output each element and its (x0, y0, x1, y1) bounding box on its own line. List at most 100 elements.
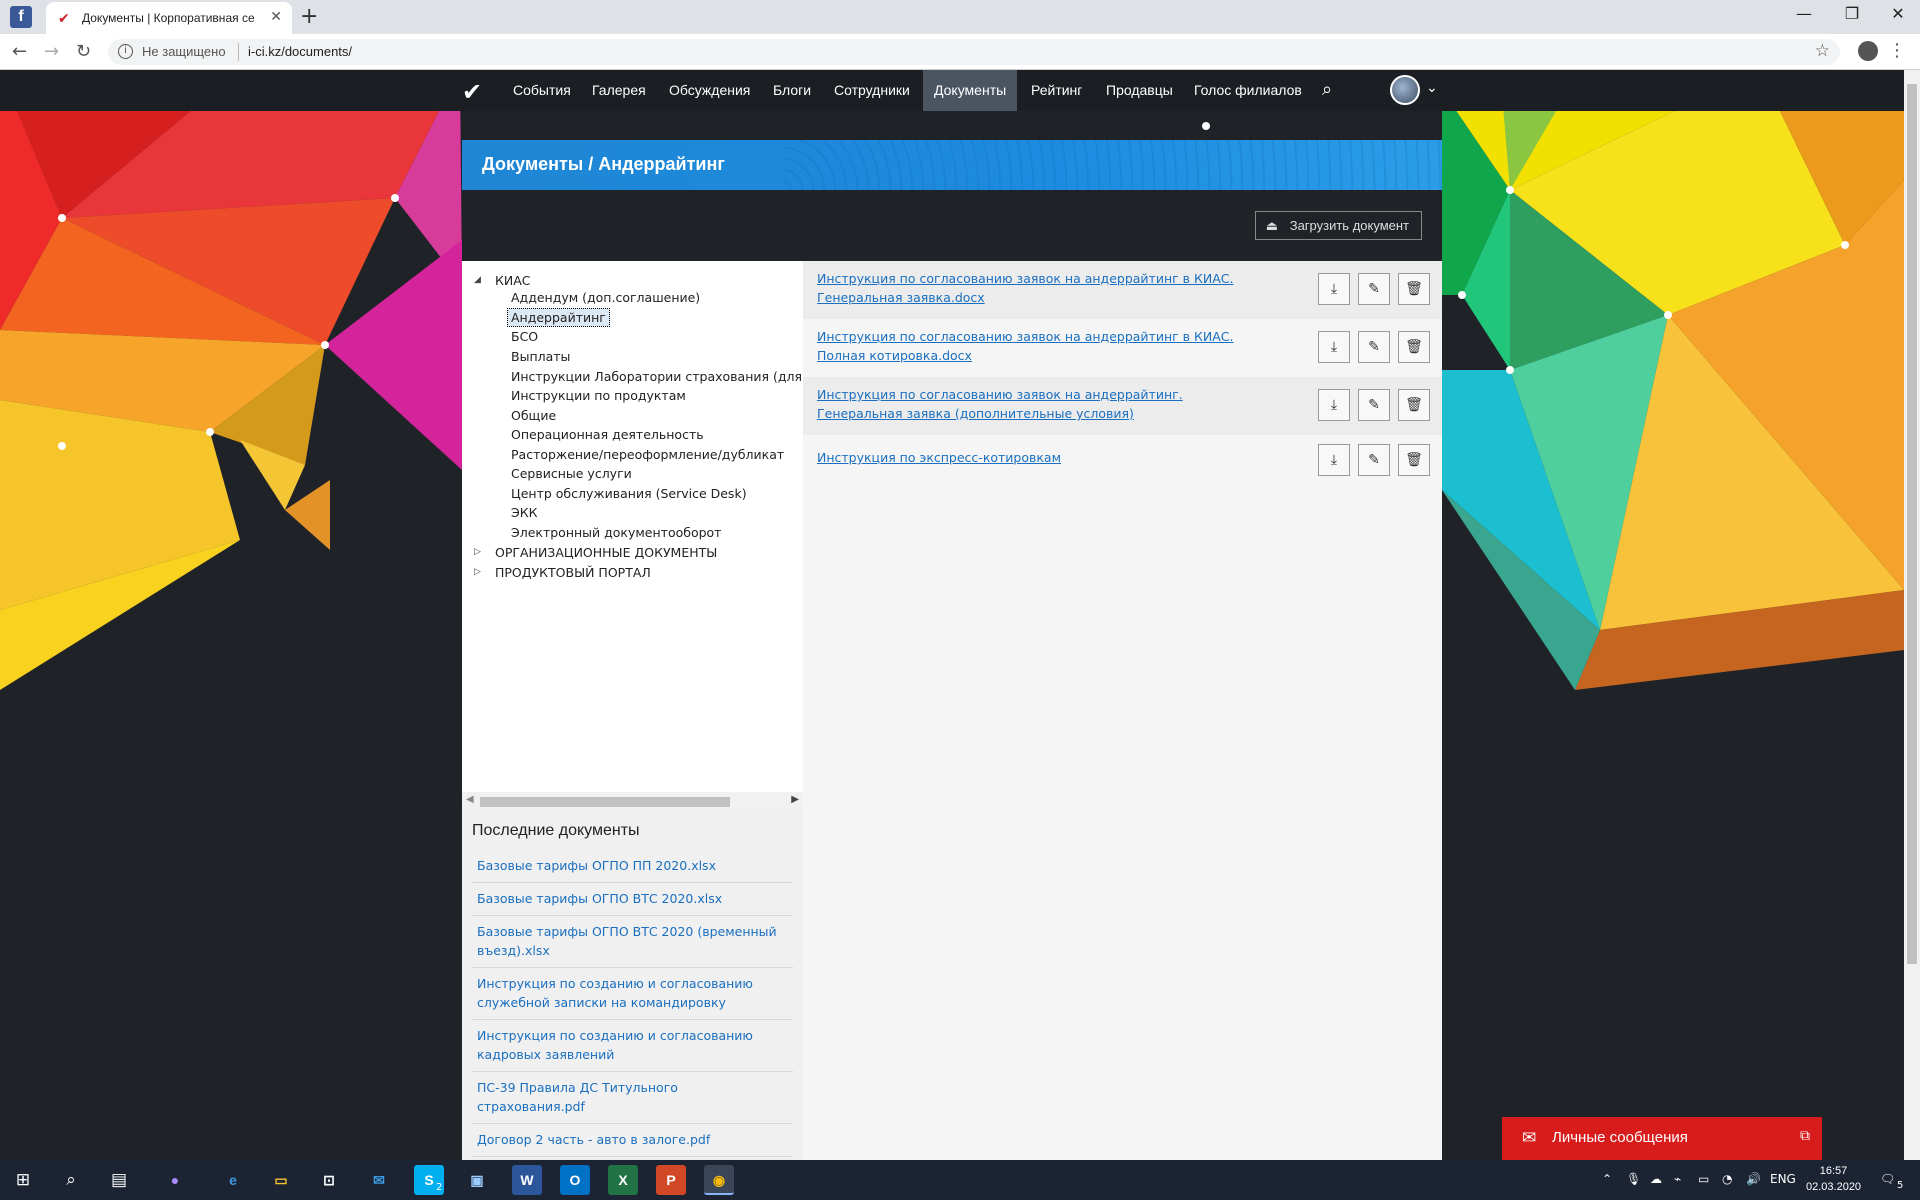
tree-root-kias[interactable]: КИАС (495, 273, 531, 288)
nav-item-events[interactable]: События (502, 70, 582, 111)
tree-item[interactable]: Сервисные услуги (511, 466, 632, 481)
browser-menu-icon[interactable]: ⋮ (1888, 40, 1906, 61)
upload-document-button[interactable]: ⏏ Загрузить документ (1254, 211, 1422, 240)
wifi-icon[interactable]: ◔ (1722, 1172, 1732, 1186)
tray-expand-icon[interactable]: ⌃ (1602, 1172, 1612, 1186)
back-icon[interactable]: ← (12, 41, 27, 62)
tree-item-selected[interactable]: Андеррайтинг (507, 308, 610, 327)
nav-item-rating[interactable]: Рейтинг (1020, 70, 1093, 111)
document-link[interactable]: Инструкция по экспресс-котировкам (817, 448, 1247, 467)
recent-document-link[interactable]: Базовые тарифы ОГПО ПП 2020.xlsx (472, 850, 793, 883)
battery-icon[interactable]: ▭ (1698, 1172, 1709, 1186)
task-view-icon[interactable]: ▤ (104, 1165, 134, 1195)
tree-horizontal-scrollbar[interactable]: ◀ ▶ (462, 792, 803, 810)
tree-item[interactable]: Операционная деятельность (511, 427, 704, 442)
site-logo-icon[interactable]: ✔ (462, 78, 482, 106)
file-explorer-icon[interactable]: ▭ (266, 1165, 296, 1195)
trash-icon[interactable]: 🗑 (1398, 444, 1430, 476)
recent-document-link[interactable]: Базовые тарифы ОГПО ВТС 2020.xlsx (472, 883, 793, 916)
download-icon[interactable]: ⤓ (1318, 331, 1350, 363)
tree-item[interactable]: Выплаты (511, 349, 570, 364)
tree-item[interactable]: БСО (511, 329, 538, 344)
microphone-icon[interactable]: 🎙 (1626, 1172, 1641, 1186)
info-icon[interactable]: i (118, 44, 133, 59)
tree-root-org-docs[interactable]: ОРГАНИЗАЦИОННЫЕ ДОКУМЕНТЫ (495, 545, 717, 560)
tab-close-icon[interactable]: ✕ (270, 9, 282, 25)
tree-item[interactable]: Центр обслуживания (Service Desk) (511, 486, 747, 501)
download-icon[interactable]: ⤓ (1318, 444, 1350, 476)
search-icon[interactable]: ⌕ (56, 1165, 86, 1195)
expand-icon[interactable]: ▷ (474, 547, 481, 557)
document-link[interactable]: Инструкция по согласованию заявок на анд… (817, 269, 1247, 307)
keyboard-language[interactable]: ENG (1770, 1172, 1796, 1186)
url-text[interactable]: i-ci.kz/documents/ (248, 44, 352, 59)
recent-document-link[interactable]: Базовые тарифы ОГПО ВТС 2020 (временный … (472, 916, 793, 968)
download-icon[interactable]: ⤓ (1318, 389, 1350, 421)
word-icon[interactable]: W (512, 1165, 542, 1195)
nav-item-blogs[interactable]: Блоги (762, 70, 822, 111)
edit-icon[interactable]: ✎ (1358, 331, 1390, 363)
security-label[interactable]: Не защищено (142, 44, 226, 59)
close-window-icon[interactable]: ✕ (1878, 4, 1918, 23)
edit-icon[interactable]: ✎ (1358, 444, 1390, 476)
document-link[interactable]: Инструкция по согласованию заявок на анд… (817, 327, 1247, 365)
collapse-icon[interactable]: ◢ (474, 275, 481, 285)
store-icon[interactable]: ⊡ (314, 1165, 344, 1195)
recent-document-link[interactable]: Инструкция по созданию и согласованию сл… (472, 968, 793, 1020)
recent-document-link[interactable]: Договор 2 часть - авто в залоге.pdf (472, 1124, 793, 1157)
browser-tab-active[interactable]: ✔ Документы | Корпоративная се ✕ (46, 2, 292, 34)
tree-item[interactable]: Электронный документооборот (511, 525, 721, 540)
chrome-icon[interactable]: ◉ (704, 1165, 734, 1195)
edit-icon[interactable]: ✎ (1358, 273, 1390, 305)
tree-item[interactable]: Аддендум (доп.соглашение) (511, 290, 700, 305)
notifications-icon[interactable]: 🗨 (1880, 1172, 1895, 1186)
bookmark-star-icon[interactable]: ☆ (1815, 41, 1830, 61)
nav-item-gallery[interactable]: Галерея (581, 70, 657, 111)
scroll-left-icon[interactable]: ◀ (466, 794, 474, 805)
omnibox[interactable]: i Не защищено i-ci.kz/documents/ ☆ (108, 39, 1840, 65)
tree-item[interactable]: Инструкции по продуктам (511, 388, 686, 403)
excel-icon[interactable]: X (608, 1165, 638, 1195)
trash-icon[interactable]: 🗑 (1398, 273, 1430, 305)
chevron-down-icon[interactable]: ⌄ (1426, 80, 1438, 96)
network-icon[interactable]: ⌁ (1674, 1172, 1681, 1186)
new-tab-icon[interactable]: + (300, 4, 318, 29)
nav-item-discussions[interactable]: Обсуждения (658, 70, 761, 111)
scroll-right-icon[interactable]: ▶ (791, 794, 799, 805)
edge-icon[interactable]: e (218, 1165, 248, 1195)
tree-item[interactable]: Общие (511, 408, 556, 423)
remote-desktop-icon[interactable]: ▣ (462, 1165, 492, 1195)
recent-document-link[interactable]: ПС-39 Правила ДС Титульного страхования.… (472, 1072, 793, 1124)
trash-icon[interactable]: 🗑 (1398, 331, 1430, 363)
trash-icon[interactable]: 🗑 (1398, 389, 1430, 421)
search-icon[interactable]: ⌕ (1322, 79, 1332, 100)
forward-icon[interactable]: → (44, 41, 59, 62)
edit-icon[interactable]: ✎ (1358, 389, 1390, 421)
recent-document-link[interactable]: Инструкция по созданию и согласованию ка… (472, 1020, 793, 1072)
download-icon[interactable]: ⤓ (1318, 273, 1350, 305)
outlook-icon[interactable]: O (560, 1165, 590, 1195)
reload-icon[interactable]: ↻ (76, 41, 91, 62)
tree-scroll-thumb[interactable] (480, 797, 730, 807)
page-scrollbar[interactable] (1904, 70, 1920, 1160)
restore-icon[interactable]: ❐ (1832, 4, 1872, 23)
mail-icon[interactable]: ✉ (364, 1165, 394, 1195)
external-link-icon[interactable]: ⧉ (1800, 1128, 1810, 1144)
expand-icon[interactable]: ▷ (474, 567, 481, 577)
profile-icon[interactable] (1858, 41, 1878, 61)
personal-messages-button[interactable]: ✉ Личные сообщения ⧉ (1502, 1117, 1822, 1160)
nav-item-documents[interactable]: Документы (923, 70, 1018, 111)
onedrive-icon[interactable]: ☁ (1650, 1172, 1662, 1186)
tree-root-product-portal[interactable]: ПРОДУКТОВЫЙ ПОРТАЛ (495, 565, 651, 580)
page-scroll-thumb[interactable] (1907, 84, 1917, 964)
minimize-icon[interactable]: — (1784, 4, 1824, 23)
volume-icon[interactable]: 🔊 (1746, 1172, 1761, 1186)
system-clock[interactable]: 16:57 02.03.2020 (1806, 1163, 1861, 1195)
tree-item[interactable]: Расторжение/переоформление/дубликат (511, 447, 784, 462)
nav-item-sellers[interactable]: Продавцы (1095, 70, 1184, 111)
facebook-tab-icon[interactable]: f (10, 6, 32, 28)
tree-item[interactable]: Инструкции Лаборатории страхования (для … (511, 369, 803, 384)
document-link[interactable]: Инструкция по согласованию заявок на анд… (817, 385, 1247, 423)
alice-icon[interactable]: ● (160, 1165, 190, 1195)
powerpoint-icon[interactable]: P (656, 1165, 686, 1195)
